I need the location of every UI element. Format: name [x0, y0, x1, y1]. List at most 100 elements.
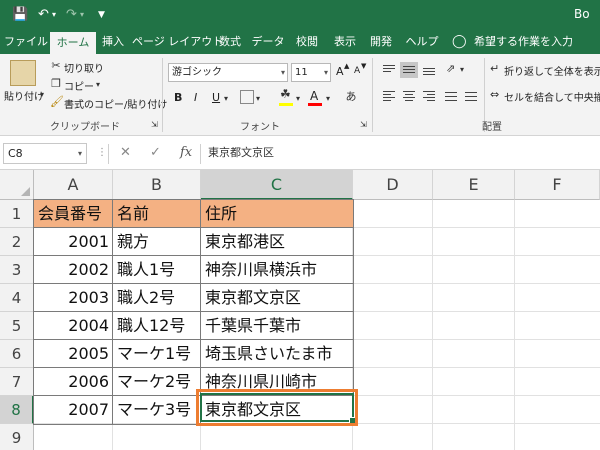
row-header-7[interactable]: 7 [0, 368, 34, 396]
formula-input[interactable]: 東京都文京区 [208, 145, 274, 161]
align-center-button[interactable] [400, 88, 418, 104]
underline-button[interactable]: U [212, 91, 220, 104]
table-cell[interactable]: 東京都港区 [201, 228, 353, 256]
borders-dropdown-icon[interactable]: ▾ [256, 92, 260, 106]
table-cell[interactable]: 2007 [34, 396, 113, 424]
table-cell[interactable]: 2006 [34, 368, 113, 396]
redo-icon[interactable]: ↷ [66, 6, 77, 24]
cut-button[interactable]: 切り取り [64, 60, 104, 75]
table-cell[interactable]: 職人12号 [113, 312, 201, 340]
tab-file[interactable]: ファイル [4, 30, 48, 54]
row-header-3[interactable]: 3 [0, 256, 34, 284]
underline-dropdown-icon[interactable]: ▾ [224, 92, 228, 106]
table-cell[interactable]: 神奈川県横浜市 [201, 256, 353, 284]
fill-color-icon[interactable]: ☘ [280, 87, 291, 101]
row-header-9[interactable]: 9 [0, 424, 34, 450]
copy-dropdown-icon[interactable]: ▾ [96, 78, 100, 92]
paste-button[interactable]: 貼り付け [4, 88, 44, 103]
column-header-c[interactable]: C [201, 170, 353, 200]
shrink-font-button[interactable]: A [354, 66, 360, 76]
tab-view[interactable]: 表示 [330, 30, 360, 54]
tab-formulas[interactable]: 数式 [216, 30, 244, 54]
orientation-dropdown-icon[interactable]: ▾ [460, 63, 464, 77]
clipboard-launcher-icon[interactable]: ⇲ [151, 118, 158, 132]
align-left-button[interactable] [380, 88, 398, 104]
table-cell[interactable]: 2005 [34, 340, 113, 368]
column-header-e[interactable]: E [433, 170, 515, 200]
column-header-d[interactable]: D [353, 170, 433, 200]
increase-indent-button[interactable] [462, 88, 480, 104]
row-header-2[interactable]: 2 [0, 228, 34, 256]
font-color-dropdown-icon[interactable]: ▾ [326, 92, 330, 106]
bold-button[interactable]: B [174, 91, 182, 104]
borders-icon[interactable] [240, 90, 254, 104]
redo-dropdown-icon[interactable]: ▾ [80, 6, 84, 24]
table-cell[interactable]: 職人1号 [113, 256, 201, 284]
tab-data[interactable]: データ [250, 30, 286, 54]
tab-review[interactable]: 校閲 [292, 30, 322, 54]
name-box[interactable]: C8 ▾ [3, 143, 87, 164]
save-icon[interactable]: 💾 [12, 6, 28, 24]
tab-help[interactable]: ヘルプ [402, 30, 442, 54]
row-header-1[interactable]: 1 [0, 200, 34, 228]
row-header-6[interactable]: 6 [0, 340, 34, 368]
font-name-combo[interactable]: 游ゴシック ▾ [168, 63, 288, 82]
table-cell[interactable]: 職人2号 [113, 284, 201, 312]
align-right-button[interactable] [420, 88, 438, 104]
italic-button[interactable]: I [194, 91, 197, 104]
table-header-cell[interactable]: 住所 [201, 200, 353, 228]
row-header-5[interactable]: 5 [0, 312, 34, 340]
fill-dropdown-icon[interactable]: ▾ [296, 92, 300, 106]
worksheet-grid[interactable]: A B C D E F 1 2 3 4 5 6 7 8 9 会員番号 名前 住所… [0, 170, 600, 450]
tab-developer[interactable]: 開発 [366, 30, 396, 54]
merge-center-button[interactable]: セルを結合して中央揃え [504, 89, 600, 104]
enter-icon[interactable]: ✓ [150, 145, 161, 161]
scissors-icon: ✂ [51, 59, 61, 72]
font-color-button[interactable]: A [310, 89, 318, 103]
format-painter-button[interactable]: 書式のコピー/貼り付け [64, 96, 167, 111]
font-size-combo[interactable]: 11 ▾ [291, 63, 331, 82]
align-bottom-button[interactable] [420, 62, 438, 78]
table-cell[interactable]: 親方 [113, 228, 201, 256]
row-header-4[interactable]: 4 [0, 284, 34, 312]
more-options-icon: ⋮ [97, 147, 107, 158]
undo-dropdown-icon[interactable]: ▾ [52, 6, 56, 24]
grow-font-button[interactable]: A [336, 65, 344, 78]
tab-page-layout[interactable]: ページ レイアウト [132, 30, 223, 54]
align-middle-button[interactable] [400, 62, 418, 78]
table-cell[interactable]: 2001 [34, 228, 113, 256]
undo-icon[interactable]: ↶ [38, 6, 49, 24]
wrap-text-button[interactable]: 折り返して全体を表示す [504, 63, 600, 78]
cancel-icon[interactable]: ✕ [120, 145, 131, 161]
table-cell[interactable]: マーケ2号 [113, 368, 201, 396]
select-all-button[interactable] [0, 170, 34, 200]
orientation-icon[interactable]: ⇗ [446, 62, 455, 76]
table-cell[interactable]: 2004 [34, 312, 113, 340]
table-border [33, 339, 354, 340]
table-header-cell[interactable]: 会員番号 [34, 200, 113, 228]
tab-insert[interactable]: 挿入 [98, 30, 128, 54]
tab-home[interactable]: ホーム [50, 32, 96, 54]
table-cell[interactable]: マーケ3号 [113, 396, 201, 424]
customize-icon[interactable]: ▼ [98, 6, 105, 24]
table-header-cell[interactable]: 名前 [113, 200, 201, 228]
phonetic-icon[interactable]: あ [344, 90, 358, 104]
column-header-b[interactable]: B [113, 170, 201, 200]
paste-icon[interactable] [10, 60, 36, 86]
decrease-indent-button[interactable] [442, 88, 460, 104]
table-cell[interactable]: 埼玉県さいたま市 [201, 340, 353, 368]
row-header-8[interactable]: 8 [0, 396, 34, 424]
copy-button[interactable]: コピー [64, 78, 94, 93]
align-top-button[interactable] [380, 62, 398, 78]
table-cell[interactable]: 2002 [34, 256, 113, 284]
tell-me-search[interactable]: 希望する作業を入力 [474, 30, 594, 54]
table-cell[interactable]: 東京都文京区 [201, 284, 353, 312]
table-cell[interactable]: 千葉県千葉市 [201, 312, 353, 340]
table-cell[interactable]: 2003 [34, 284, 113, 312]
column-header-f[interactable]: F [515, 170, 600, 200]
insert-function-button[interactable]: fx [180, 145, 192, 161]
column-header-a[interactable]: A [34, 170, 113, 200]
table-cell[interactable]: マーケ1号 [113, 340, 201, 368]
paste-dropdown-icon[interactable]: ▾ [40, 88, 44, 102]
font-launcher-icon[interactable]: ⇲ [360, 118, 367, 132]
